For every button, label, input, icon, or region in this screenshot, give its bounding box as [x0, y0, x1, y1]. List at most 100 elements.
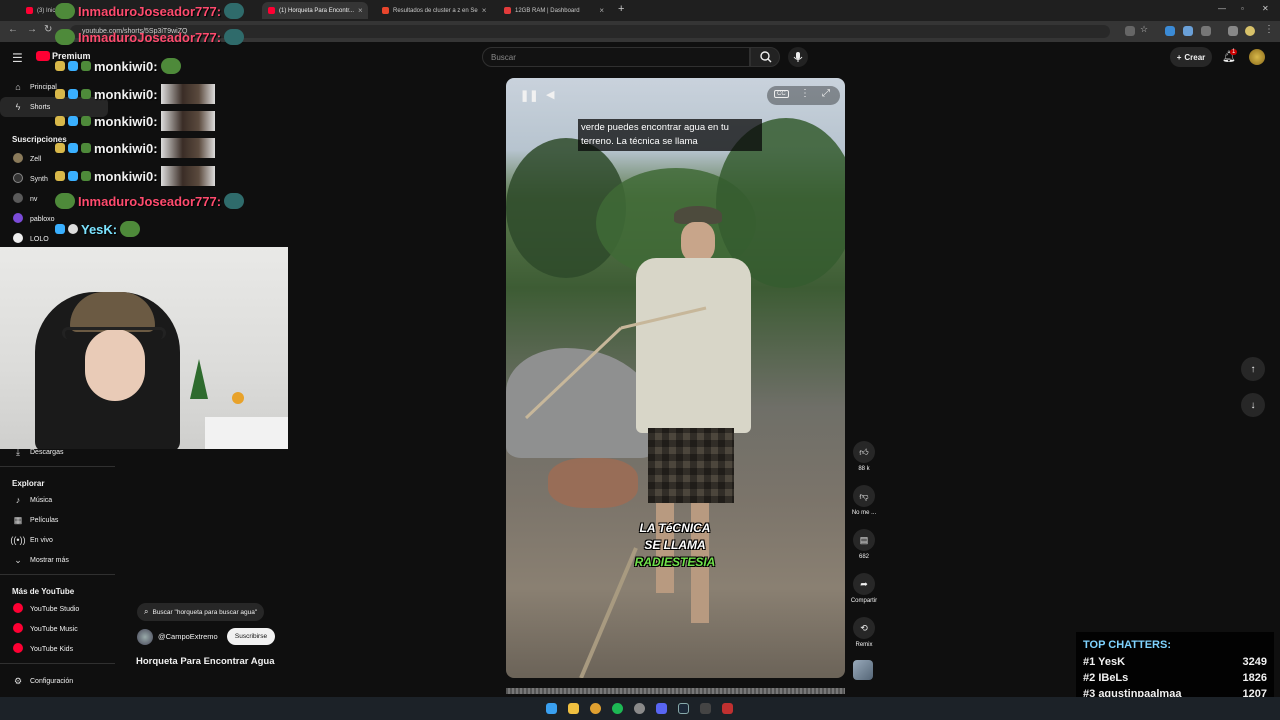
pause-icon[interactable]: ❚❚ — [520, 89, 538, 102]
profile-avatar[interactable] — [1245, 26, 1255, 36]
sidebar-item-label: Synth — [30, 175, 48, 183]
emote-icon — [160, 138, 215, 158]
extension-icon[interactable] — [1183, 26, 1193, 36]
forward-icon[interactable]: → — [27, 24, 37, 35]
tab-horqueta[interactable]: (1) Horqueta Para Encontr... × — [262, 2, 368, 19]
sidebar-item-peliculas[interactable]: ▦ Películas — [0, 510, 115, 530]
thumbs-down-icon: 👎︎ — [853, 485, 875, 507]
chat-username: monkiwi0: — [94, 140, 158, 156]
create-button[interactable]: + Crear — [1170, 47, 1212, 67]
chat-username: YesK: — [81, 221, 118, 237]
extensions-puzzle-icon[interactable] — [1201, 26, 1211, 36]
youtube-favicon-icon — [268, 7, 275, 14]
comments-button[interactable]: ▤ 682 — [848, 529, 880, 560]
app-icon[interactable] — [700, 703, 711, 714]
close-tab-icon[interactable]: × — [358, 6, 363, 15]
channel-name[interactable]: @CampoExtremo — [158, 632, 218, 641]
minimize-icon[interactable]: — — [1218, 4, 1226, 13]
closed-captions-icon[interactable]: CC — [774, 90, 789, 98]
sidebar-item-label: LOLO — [30, 235, 49, 243]
search-button[interactable] — [750, 47, 780, 67]
extension-icon[interactable] — [1165, 26, 1175, 36]
sidebar-item-label: Películas — [30, 516, 59, 524]
like-count: 88 k — [858, 466, 870, 472]
sidebar-item-youtube-music[interactable]: YouTube Music — [0, 619, 115, 639]
close-tab-icon[interactable]: × — [482, 6, 487, 15]
dislike-label: No me ... — [851, 510, 877, 516]
search-icon: ⌕ — [144, 607, 149, 616]
sidebar-icon[interactable] — [1228, 26, 1238, 36]
share-label: Compartir — [850, 598, 878, 604]
sidebar-item-youtube-kids[interactable]: YouTube Kids — [0, 639, 115, 659]
youtube-kids-icon — [13, 643, 23, 653]
close-window-icon[interactable]: ✕ — [1262, 4, 1269, 13]
sidebar-item-label: YouTube Kids — [30, 645, 74, 653]
windows-start-icon[interactable] — [546, 703, 557, 714]
chip-label: Buscar "horqueta para buscar agua" — [152, 608, 258, 616]
obs-icon[interactable] — [634, 703, 645, 714]
like-button[interactable]: 👍︎ 88 k — [848, 441, 880, 472]
sidebar-item-label: Shorts — [30, 103, 51, 111]
share-button[interactable]: ➦ Compartir — [848, 573, 880, 604]
channel-avatar — [13, 193, 23, 203]
chat-username: monkiwi0: — [94, 86, 158, 102]
more-options-icon[interactable]: ⋮ — [800, 88, 810, 99]
back-icon[interactable]: ← — [8, 24, 18, 35]
new-tab-button[interactable]: + — [618, 3, 624, 15]
face — [85, 329, 145, 401]
account-avatar[interactable] — [1249, 49, 1265, 65]
sidebar-item-label: Música — [30, 496, 53, 504]
maximize-icon[interactable]: ▫ — [1241, 4, 1244, 13]
film-icon: ▦ — [13, 514, 23, 525]
tab-dashboard[interactable]: 12GB RAM | Dashboard × — [498, 2, 610, 19]
emote-icon — [224, 3, 245, 19]
chrome-icon[interactable] — [590, 703, 601, 714]
video-progress-bar[interactable] — [506, 688, 845, 694]
sidebar-item-youtube-studio[interactable]: YouTube Studio — [0, 599, 115, 619]
sidebar-item-musica[interactable]: ♪ Música — [0, 490, 115, 510]
bookmark-star-icon[interactable]: ☆ — [1140, 24, 1148, 35]
install-icon[interactable] — [1125, 26, 1135, 36]
close-tab-icon[interactable]: × — [599, 6, 604, 15]
fullscreen-icon[interactable]: ⤢ — [822, 88, 830, 99]
plus-icon: + — [1176, 52, 1182, 62]
subscribe-button[interactable]: Suscribirse — [227, 628, 275, 645]
sidebar-item-configuracion[interactable]: ⚙ Configuración — [0, 671, 115, 691]
previous-short-button[interactable]: ↑ — [1241, 357, 1265, 381]
chatter-count: 3249 — [1242, 656, 1267, 668]
chat-message: InmaduroJoseador777: — [55, 193, 245, 209]
spotify-icon[interactable] — [612, 703, 623, 714]
chat-username: monkiwi0: — [94, 168, 158, 184]
audio-thumbnail[interactable] — [853, 660, 873, 680]
remix-label: Remix — [855, 642, 873, 648]
search-suggestion-chip[interactable]: ⌕ Buscar "horqueta para buscar agua" — [137, 603, 265, 621]
volume-icon[interactable]: ◀︎ — [546, 88, 554, 101]
voice-search-button[interactable] — [788, 47, 808, 67]
chat-message: monkiwi0: — [55, 84, 215, 104]
sidebar-item-mostrar-mas[interactable]: ⌄ Mostrar más — [0, 550, 115, 570]
hamburger-menu-icon[interactable]: ☰ — [12, 51, 23, 65]
next-short-button[interactable]: ↓ — [1241, 393, 1265, 417]
discord-icon[interactable] — [656, 703, 667, 714]
remix-button[interactable]: ⟲ Remix — [848, 617, 880, 648]
tab-label: (1) Horqueta Para Encontr... — [279, 7, 355, 14]
dislike-button[interactable]: 👎︎ No me ... — [848, 485, 880, 516]
steam-icon[interactable] — [678, 703, 689, 714]
menu-dots-icon[interactable]: ⋮ — [1264, 24, 1274, 35]
badge-icon — [55, 224, 65, 234]
sidebar-item-en-vivo[interactable]: ((•)) En vivo — [0, 530, 115, 550]
top-chatters-title: TOP CHATTERS: — [1083, 639, 1172, 651]
short-title[interactable]: Horqueta Para Encontrar Agua — [136, 656, 274, 667]
search-input[interactable]: Buscar — [482, 47, 750, 67]
reload-icon[interactable]: ↻ — [44, 24, 52, 35]
divider — [0, 663, 115, 664]
badge-icon — [81, 116, 91, 126]
file-explorer-icon[interactable] — [568, 703, 579, 714]
thumbs-up-icon: 👍︎ — [853, 441, 875, 463]
tab-resultados[interactable]: Resultados de cluster a z en Se × — [376, 2, 492, 19]
search-placeholder: Buscar — [491, 53, 516, 62]
short-video-player[interactable] — [506, 78, 845, 678]
app-icon[interactable] — [722, 703, 733, 714]
video-overlay-text: LA TéCNICA SE LLAMA RADIESTESIA — [600, 520, 750, 571]
channel-avatar[interactable] — [137, 629, 153, 645]
